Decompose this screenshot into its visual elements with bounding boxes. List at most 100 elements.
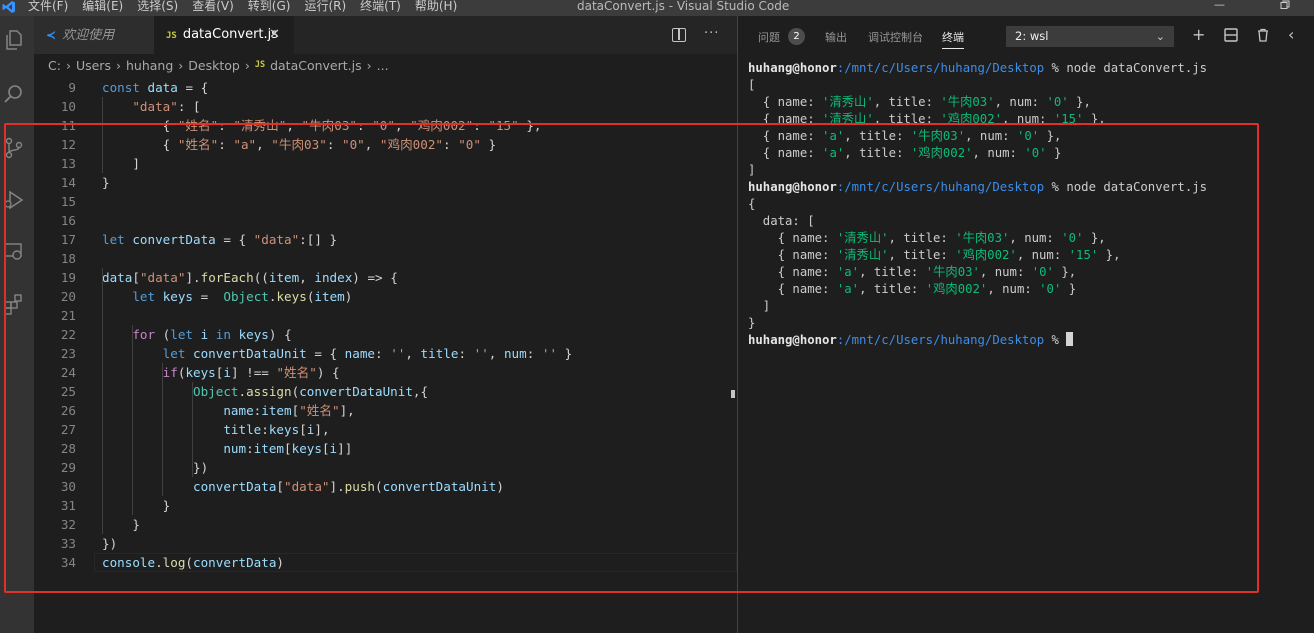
terminal-prompt-line: huhang@honor:/mnt/c/Users/huhang/Desktop… [748, 179, 1207, 196]
split-editor-icon[interactable] [672, 28, 686, 42]
breadcrumb-users[interactable]: Users [76, 58, 111, 73]
trash-icon[interactable] [1256, 27, 1270, 47]
code-text: } [102, 175, 110, 190]
run-debug-icon[interactable] [2, 188, 26, 212]
code-line[interactable]: 16 [34, 211, 737, 230]
js-file-icon: JS [254, 60, 266, 70]
code-text: const data = { [102, 80, 209, 95]
code-line[interactable]: 31 } [34, 496, 737, 515]
code-line[interactable]: 25 Object.assign(convertDataUnit,{ [34, 382, 737, 401]
terminal-output[interactable]: huhang@honor:/mnt/c/Users/huhang/Desktop… [748, 60, 1207, 349]
tab-problems[interactable]: 问题 [758, 29, 780, 45]
code-line[interactable]: 17 let convertData = { "data":[] } [34, 230, 737, 249]
code-line[interactable]: 28 num:item[keys[i]] [34, 439, 737, 458]
split-terminal-icon[interactable] [1224, 27, 1238, 47]
menu-go[interactable]: 转到(G) [248, 0, 291, 14]
code-line[interactable]: 23 let convertDataUnit = { name: '', tit… [34, 344, 737, 363]
breadcrumb-drive[interactable]: C: [48, 58, 61, 73]
indent-guide [132, 325, 133, 515]
breadcrumb-symbol[interactable]: ... [377, 58, 389, 73]
code-line[interactable]: 14} [34, 173, 737, 192]
explorer-icon[interactable] [2, 28, 26, 52]
remote-explorer-icon[interactable] [2, 240, 26, 264]
panel-area: 问题 2 输出 调试控制台 终端 2: wsl ⌄ + ‹ huhang@hon… [738, 16, 1314, 633]
tab-dataconvert[interactable]: JS dataConvert.js ✕ [154, 16, 294, 54]
terminal-select-value: 2: wsl [1015, 29, 1049, 43]
menu-edit[interactable]: 编辑(E) [82, 0, 123, 14]
code-text: ] [102, 156, 140, 171]
line-number: 23 [60, 346, 76, 361]
new-terminal-icon[interactable]: + [1192, 25, 1205, 45]
terminal-line: } [748, 316, 756, 330]
code-line[interactable]: 21 [34, 306, 737, 325]
search-icon[interactable] [2, 82, 26, 106]
line-number: 34 [60, 555, 76, 570]
line-number: 24 [60, 365, 76, 380]
code-line[interactable]: 10 "data": [ [34, 97, 737, 116]
menu-terminal[interactable]: 终端(T) [360, 0, 401, 14]
prompt-user: huhang@honor [748, 180, 837, 194]
code-text: { "姓名": "清秀山", "牛肉03": "0", "鸡肉002": "15… [102, 118, 542, 133]
code-text: console.log(convertData) [102, 555, 285, 570]
breadcrumb-file[interactable]: dataConvert.js [270, 58, 362, 73]
vscode-tab-icon: ≺ [46, 28, 57, 42]
line-number: 13 [60, 156, 76, 171]
tab-welcome[interactable]: ≺ 欢迎使用 [34, 16, 154, 54]
line-number: 19 [60, 270, 76, 285]
code-line[interactable]: 15 [34, 192, 737, 211]
code-line[interactable]: 27 title:keys[i], [34, 420, 737, 439]
code-line[interactable]: 29 }) [34, 458, 737, 477]
chevron-right-icon: › [244, 57, 250, 73]
menu-view[interactable]: 查看(V) [192, 0, 234, 14]
breadcrumb-desktop[interactable]: Desktop [188, 58, 240, 73]
tab-dataconvert-label: dataConvert.js [182, 27, 279, 42]
tab-debug-console[interactable]: 调试控制台 [868, 29, 923, 45]
code-line[interactable]: 19 data["data"].forEach((item, index) => … [34, 268, 737, 287]
line-number: 29 [60, 460, 76, 475]
extensions-icon[interactable] [2, 292, 26, 316]
code-line[interactable]: 18 [34, 249, 737, 268]
more-actions-icon[interactable]: ··· [704, 26, 719, 41]
code-line[interactable]: 26 name:item["姓名"], [34, 401, 737, 420]
code-line[interactable]: 13 ] [34, 154, 737, 173]
terminal-line: { [748, 197, 756, 211]
code-text: { "姓名": "a", "牛肉03": "0", "鸡肉002": "0" } [102, 137, 497, 152]
prompt-command: node dataConvert.js [1066, 61, 1208, 75]
menu-file[interactable]: 文件(F) [28, 0, 68, 14]
code-text: }) [102, 536, 118, 551]
terminal-line: ] [748, 299, 771, 313]
line-number: 30 [60, 479, 76, 494]
code-editor[interactable]: 9 const data = { 10 "data": [11 { "姓名": "清… [34, 78, 737, 572]
close-icon[interactable]: ✕ [269, 16, 280, 54]
code-text: num:item[keys[i]] [223, 441, 353, 456]
chevron-left-icon[interactable]: ‹ [1288, 25, 1294, 45]
terminal-line: { name: '清秀山', title: '鸡肉002', num: '15'… [748, 112, 1106, 126]
tab-output[interactable]: 输出 [825, 29, 847, 45]
code-line[interactable]: 30 convertData["data"].push(convertDataU… [34, 477, 737, 496]
menu-selection[interactable]: 选择(S) [137, 0, 178, 14]
terminal-select[interactable]: 2: wsl ⌄ [1006, 26, 1174, 47]
minimize-icon[interactable]: — [1214, 0, 1225, 10]
code-line[interactable]: 33}) [34, 534, 737, 553]
terminal-output-block: [ { name: '清秀山', title: '牛肉03', num: '0'… [748, 77, 1207, 179]
menu-help[interactable]: 帮助(H) [415, 0, 457, 14]
code-line[interactable]: 11 { "姓名": "清秀山", "牛肉03": "0", "鸡肉002": … [34, 116, 737, 135]
source-control-icon[interactable] [2, 136, 26, 160]
restore-icon[interactable] [1280, 0, 1290, 12]
code-line[interactable]: 34 console.log(convertData) [34, 553, 737, 572]
code-line[interactable]: 20 let keys = Object.keys(item) [34, 287, 737, 306]
line-number: 9 [68, 80, 76, 95]
line-number: 27 [60, 422, 76, 437]
code-line[interactable]: 12 { "姓名": "a", "牛肉03": "0", "鸡肉002": "0… [34, 135, 737, 154]
tab-welcome-label: 欢迎使用 [62, 28, 115, 43]
breadcrumb: C: › Users › huhang › Desktop › JS dataConver… [48, 56, 389, 74]
terminal-line: { name: 'a', title: '牛肉03', num: '0' }, [748, 129, 1062, 143]
code-line[interactable]: 32 } [34, 515, 737, 534]
code-line[interactable]: 22 for (let i in keys) { [34, 325, 737, 344]
code-text: Object.assign(convertDataUnit,{ [193, 384, 429, 399]
tab-terminal[interactable]: 终端 [942, 29, 964, 49]
breadcrumb-huhang[interactable]: huhang [126, 58, 173, 73]
code-line[interactable]: 24 if(keys[i] !== "姓名") { [34, 363, 737, 382]
code-line[interactable]: 9 const data = { [34, 78, 737, 97]
menu-run[interactable]: 运行(R) [304, 0, 346, 14]
